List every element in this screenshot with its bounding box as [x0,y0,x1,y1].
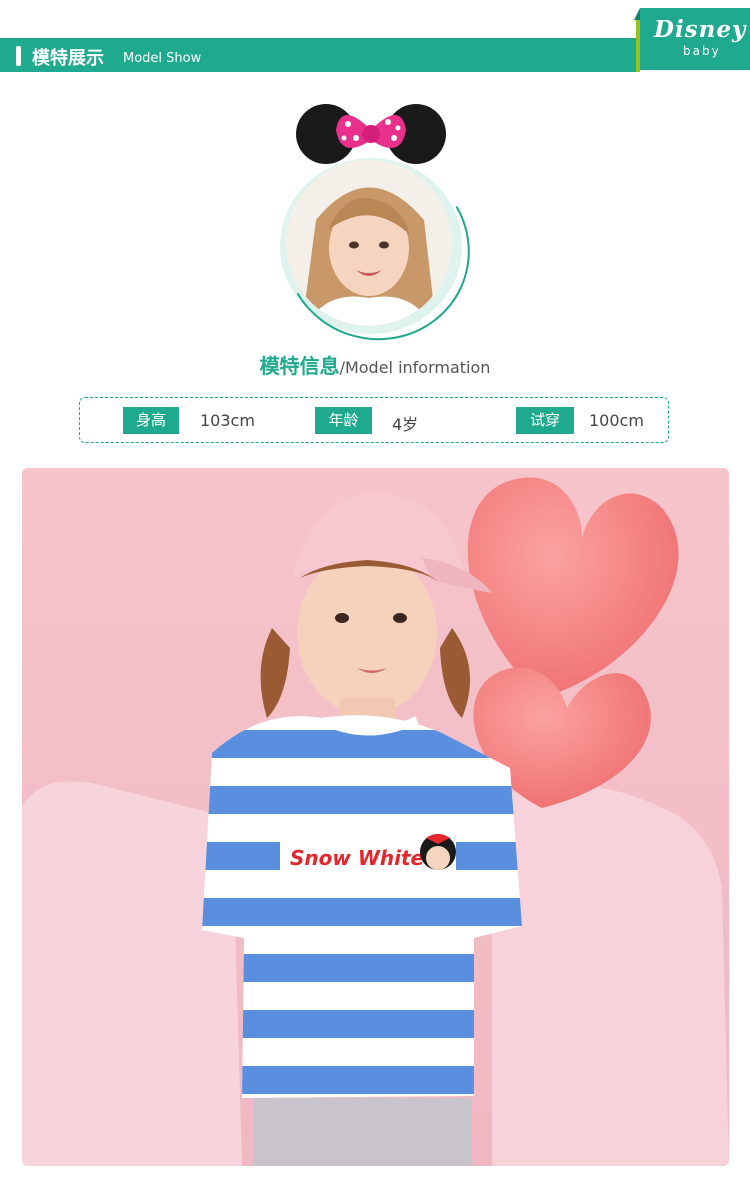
model-photo: Snow White [22,468,729,1166]
height-value: 103cm [200,411,255,430]
section-subtitle: Model Show [123,51,202,66]
minnie-ears-icon [296,104,446,164]
model-info-title: 模特信息 [259,354,340,378]
size-label: 试穿 [516,407,574,434]
disney-logo: Disney [654,16,747,43]
age-value: 4岁 [392,415,419,434]
shirt-print-text: Snow White [290,846,424,870]
disney-baby-label: baby [683,44,721,58]
header-bar-marker [16,46,21,66]
height-label: 身高 [123,407,179,434]
age-label: 年龄 [315,407,372,434]
size-value: 100cm [589,411,644,430]
model-portrait [263,92,491,362]
model-info-subtitle: /Model information [339,358,491,377]
model-info-heading: 模特信息/Model information [0,350,750,379]
section-title: 模特展示 [32,48,104,69]
logo-accent-stripe [636,20,640,72]
portrait-photo [286,160,452,326]
